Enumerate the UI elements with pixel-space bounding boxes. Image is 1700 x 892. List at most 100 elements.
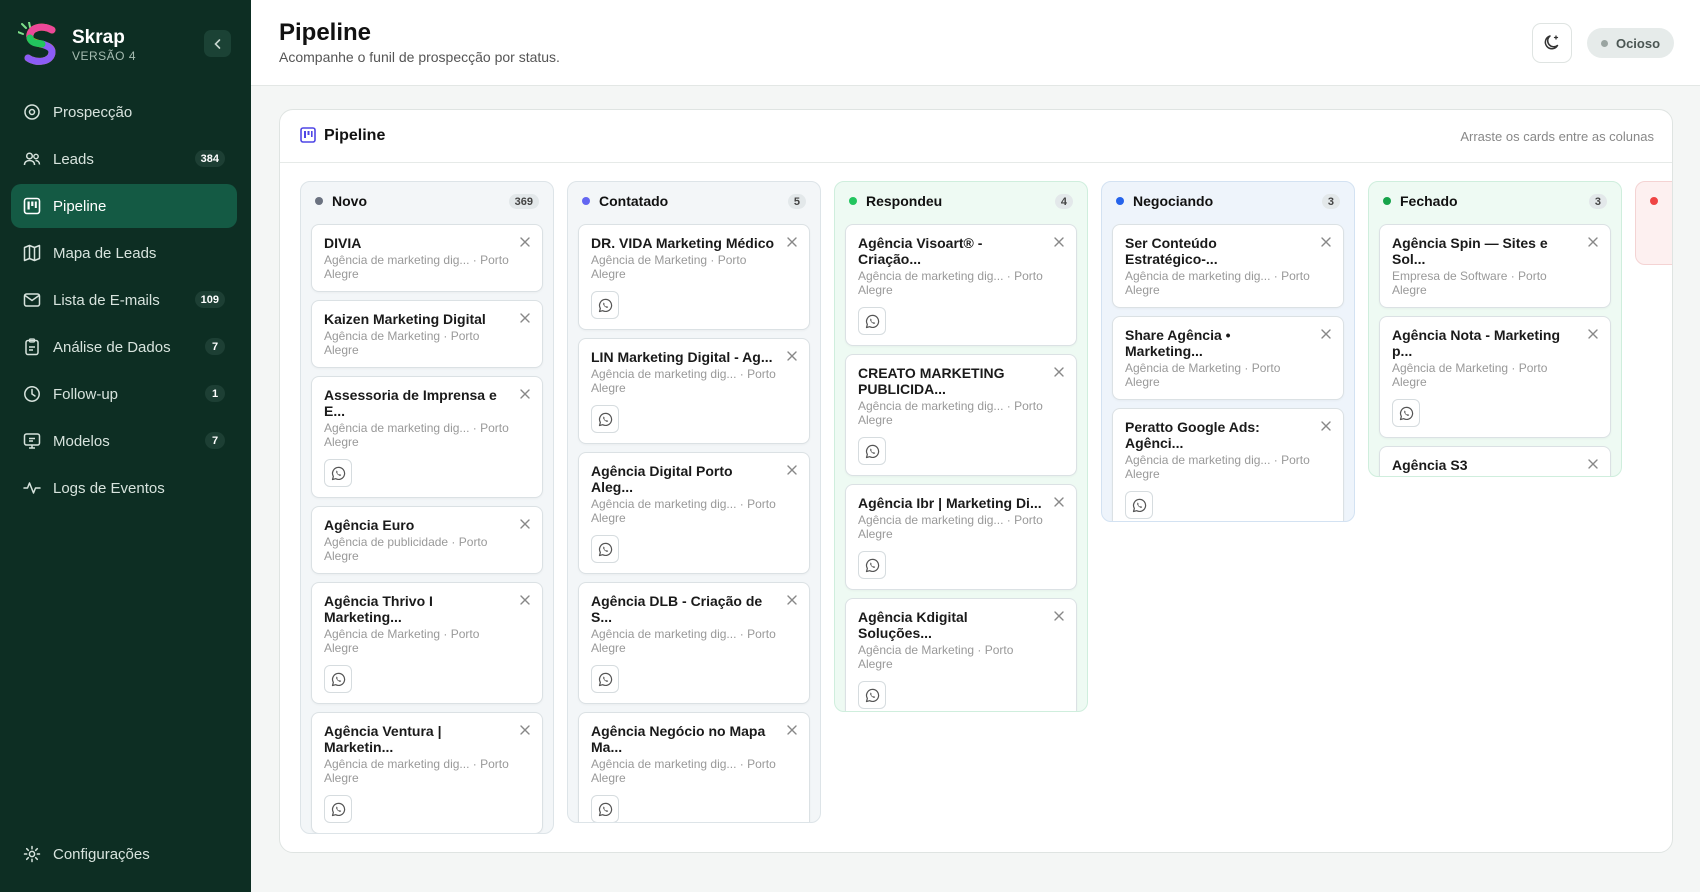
whatsapp-button[interactable] — [1392, 399, 1420, 427]
lead-card-subtitle: Agência de marketing dig... · Porto Aleg… — [1125, 453, 1310, 481]
sidebar-item-mapa-de-leads[interactable]: Mapa de Leads — [11, 231, 237, 275]
close-icon[interactable] — [1052, 609, 1066, 623]
close-icon[interactable] — [785, 593, 799, 607]
close-icon[interactable] — [1052, 365, 1066, 379]
close-icon[interactable] — [785, 235, 799, 249]
lead-card[interactable]: Agência S3 Agência de Marketing · Porto A… — [1379, 446, 1611, 476]
pipeline-column: Respondeu 4 Agência Visoart® - Criação... A… — [834, 181, 1088, 712]
lead-card[interactable]: Agência Ventura | Marketin... Agência de … — [311, 712, 543, 833]
activity-icon — [23, 479, 41, 497]
lead-card[interactable]: Agência Digital Porto Aleg... Agência de … — [578, 452, 810, 574]
whatsapp-button[interactable] — [324, 665, 352, 693]
lead-card[interactable]: Agência Nota - Marketing p... Agência de … — [1379, 316, 1611, 438]
column-header — [1636, 182, 1672, 220]
lead-card[interactable]: Agência Negócio no Mapa Ma... Agência de … — [578, 712, 810, 822]
column-status-dot — [315, 197, 323, 205]
lead-card-title: Agência S3 — [1392, 457, 1468, 473]
whatsapp-button[interactable] — [591, 795, 619, 822]
lead-card[interactable]: Agência Spin — Sites e Sol... Empresa de … — [1379, 224, 1611, 308]
close-icon[interactable] — [518, 517, 532, 531]
whatsapp-icon — [598, 672, 612, 686]
close-icon[interactable] — [1052, 495, 1066, 509]
close-icon[interactable] — [518, 235, 532, 249]
lead-card-title: Agência Ventura | Marketin... — [324, 723, 442, 755]
sidebar-item-modelos[interactable]: Modelos 7 — [11, 419, 237, 463]
count-badge: 7 — [205, 338, 225, 355]
whatsapp-button[interactable] — [858, 437, 886, 465]
status-badge: Ocioso — [1587, 28, 1674, 58]
sidebar-item-lista-de-e-mails[interactable]: Lista de E-mails 109 — [11, 278, 237, 322]
collapse-sidebar-button[interactable] — [204, 30, 231, 57]
close-icon[interactable] — [1052, 235, 1066, 249]
lead-card[interactable]: Agência Visoart® - Criação... Agência de … — [845, 224, 1077, 346]
count-badge: 1 — [205, 385, 225, 402]
lead-card[interactable]: Agência Kdigital Soluções... Agência de M… — [845, 598, 1077, 711]
column-count: 3 — [1321, 194, 1340, 209]
sidebar: Skrap VERSÃO 4 Prospecção Leads 384 Pipelin… — [0, 0, 251, 892]
sidebar-item-pipeline[interactable]: Pipeline — [11, 184, 237, 228]
sidebar-item-leads[interactable]: Leads 384 — [11, 137, 237, 181]
column-status-dot — [1650, 197, 1658, 205]
lead-card-subtitle: Empresa de Software · Porto Alegre — [1392, 269, 1547, 297]
sidebar-item-prospeccao[interactable]: Prospecção — [11, 90, 237, 134]
lead-card[interactable]: Share Agência • Marketing... Agência de M… — [1112, 316, 1344, 400]
close-icon[interactable] — [1319, 419, 1333, 433]
lead-card-title: Agência Digital Porto Aleg... — [591, 463, 733, 495]
whatsapp-button[interactable] — [591, 291, 619, 319]
whatsapp-button[interactable] — [858, 551, 886, 579]
lead-card[interactable]: Agência Thrivo I Marketing... Agência de … — [311, 582, 543, 704]
lead-card-subtitle: Agência de marketing dig... · Porto Aleg… — [1125, 269, 1310, 297]
whatsapp-button[interactable] — [1125, 491, 1153, 519]
theme-toggle-button[interactable] — [1532, 23, 1572, 63]
close-icon[interactable] — [785, 349, 799, 363]
lead-card[interactable]: Assessoria de Imprensa e E... Agência de … — [311, 376, 543, 498]
lead-card[interactable]: DR. VIDA Marketing Médico Agência de Mark… — [578, 224, 810, 330]
lead-card[interactable]: DIVIA Agência de marketing dig... · Porto… — [311, 224, 543, 292]
sidebar-item-configuracoes[interactable]: Configurações — [11, 832, 237, 876]
sidebar-item-analise-de-dados[interactable]: Análise de Dados 7 — [11, 325, 237, 369]
close-icon[interactable] — [518, 593, 532, 607]
whatsapp-button[interactable] — [858, 307, 886, 335]
close-icon[interactable] — [518, 723, 532, 737]
column-title: Contatado — [599, 193, 669, 209]
whatsapp-icon — [598, 802, 612, 816]
lead-card[interactable]: Kaizen Marketing Digital Agência de Marke… — [311, 300, 543, 368]
lead-card-subtitle: Agência de Marketing · Porto Alegre — [1392, 361, 1548, 389]
lead-card-subtitle: Agência de marketing dig... · Porto Aleg… — [858, 513, 1043, 541]
chevron-left-icon — [213, 38, 220, 49]
lead-card-title: DR. VIDA Marketing Médico — [591, 235, 775, 251]
whatsapp-button[interactable] — [324, 459, 352, 487]
close-icon[interactable] — [518, 311, 532, 325]
sidebar-item-logs-de-eventos[interactable]: Logs de Eventos — [11, 466, 237, 510]
lead-card[interactable]: Ser Conteúdo Estratégico-... Agência de m… — [1112, 224, 1344, 308]
whatsapp-button[interactable] — [591, 665, 619, 693]
whatsapp-icon — [331, 802, 345, 816]
lead-card[interactable]: Peratto Google Ads: Agênci... Agência de … — [1112, 408, 1344, 521]
lead-card[interactable]: Agência Ibr | Marketing Di... Agência de … — [845, 484, 1077, 590]
lead-card[interactable]: LIN Marketing Digital - Ag... Agência de … — [578, 338, 810, 444]
column-status-dot — [1383, 197, 1391, 205]
close-icon[interactable] — [785, 723, 799, 737]
close-icon[interactable] — [1586, 457, 1600, 471]
template-icon — [23, 432, 41, 450]
sidebar-item-follow-up[interactable]: Follow-up 1 — [11, 372, 237, 416]
lead-card-subtitle: Agência de marketing dig... · Porto Aleg… — [858, 269, 1043, 297]
column-count: 5 — [787, 194, 806, 209]
close-icon[interactable] — [1586, 327, 1600, 341]
lead-card-title: Ser Conteúdo Estratégico-... — [1125, 235, 1218, 267]
close-icon[interactable] — [1319, 235, 1333, 249]
column-title: Novo — [332, 193, 367, 209]
close-icon[interactable] — [1586, 235, 1600, 249]
lead-card[interactable]: Agência DLB - Criação de S... Agência de … — [578, 582, 810, 704]
lead-card[interactable]: CREATO MARKETING PUBLICIDA... Agência de … — [845, 354, 1077, 476]
lead-card[interactable]: Agência Euro Agência de publicidade · Por… — [311, 506, 543, 574]
close-icon[interactable] — [1319, 327, 1333, 341]
whatsapp-icon — [598, 412, 612, 426]
close-icon[interactable] — [518, 387, 532, 401]
whatsapp-button[interactable] — [591, 405, 619, 433]
close-icon[interactable] — [785, 463, 799, 477]
whatsapp-button[interactable] — [324, 795, 352, 823]
whatsapp-button[interactable] — [858, 681, 886, 709]
whatsapp-icon — [865, 558, 879, 572]
whatsapp-button[interactable] — [591, 535, 619, 563]
